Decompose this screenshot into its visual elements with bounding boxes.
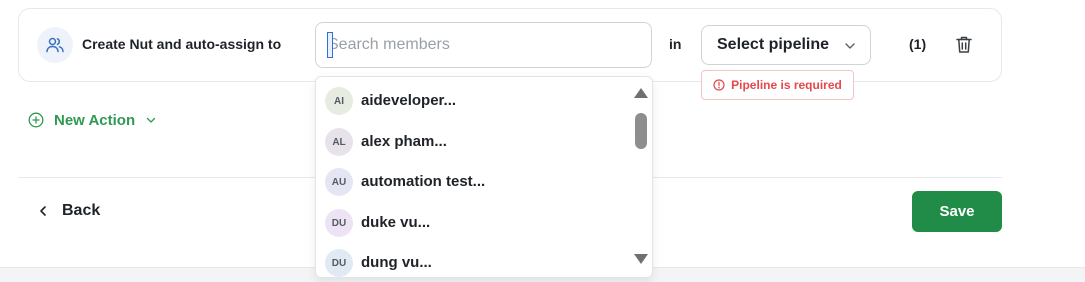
chevron-left-icon bbox=[40, 206, 46, 216]
avatar: DU bbox=[325, 209, 353, 237]
scrollbar-thumb[interactable] bbox=[635, 113, 647, 149]
assignee-count: (1) bbox=[909, 36, 927, 52]
avatar: AI bbox=[325, 87, 353, 115]
scrollbar[interactable] bbox=[632, 77, 652, 277]
member-name: alex pham... bbox=[361, 133, 447, 150]
back-label: Back bbox=[62, 202, 101, 219]
pipeline-select-value: Select pipeline bbox=[717, 36, 830, 53]
member-option[interactable]: AL alex pham... bbox=[316, 122, 632, 162]
action-label: Create Nut and auto-assign to bbox=[82, 36, 282, 52]
member-option[interactable]: DU dung vu... bbox=[316, 243, 632, 277]
pipeline-error-message: Pipeline is required bbox=[701, 70, 854, 100]
chevron-down-icon bbox=[845, 43, 855, 49]
new-action-label: New Action bbox=[54, 111, 136, 129]
plus-circle-icon bbox=[28, 112, 44, 128]
automation-action-editor: Create Nut and auto-assign to in Select … bbox=[0, 0, 1085, 282]
users-icon bbox=[37, 27, 73, 63]
scroll-down-arrow-icon[interactable] bbox=[633, 253, 649, 265]
chevron-down-icon bbox=[146, 117, 156, 123]
avatar: AU bbox=[325, 168, 353, 196]
alert-circle-icon bbox=[713, 79, 725, 91]
back-button[interactable]: Back bbox=[38, 201, 100, 221]
pipeline-select[interactable]: Select pipeline bbox=[701, 25, 871, 65]
scroll-up-arrow-icon[interactable] bbox=[633, 87, 649, 99]
member-search-box[interactable] bbox=[315, 22, 652, 68]
text-caret bbox=[327, 32, 333, 58]
delete-action-button[interactable] bbox=[955, 35, 975, 55]
member-name: duke vu... bbox=[361, 214, 431, 231]
member-option[interactable]: AI aideveloper... bbox=[316, 81, 632, 121]
member-name: dung vu... bbox=[361, 254, 432, 271]
error-text: Pipeline is required bbox=[731, 78, 842, 92]
trash-icon bbox=[956, 36, 972, 53]
member-search-input[interactable] bbox=[328, 30, 638, 60]
member-option[interactable]: AU automation test... bbox=[316, 162, 632, 202]
new-action-button[interactable]: New Action bbox=[28, 110, 157, 130]
member-name: aideveloper... bbox=[361, 92, 457, 109]
in-label: in bbox=[669, 36, 682, 52]
avatar: AL bbox=[325, 128, 353, 156]
avatar: DU bbox=[325, 249, 353, 277]
save-button[interactable]: Save bbox=[912, 191, 1002, 232]
member-option[interactable]: DU duke vu... bbox=[316, 203, 632, 243]
member-name: automation test... bbox=[361, 173, 486, 190]
members-dropdown: AI aideveloper... AL alex pham... AU aut… bbox=[315, 76, 653, 278]
